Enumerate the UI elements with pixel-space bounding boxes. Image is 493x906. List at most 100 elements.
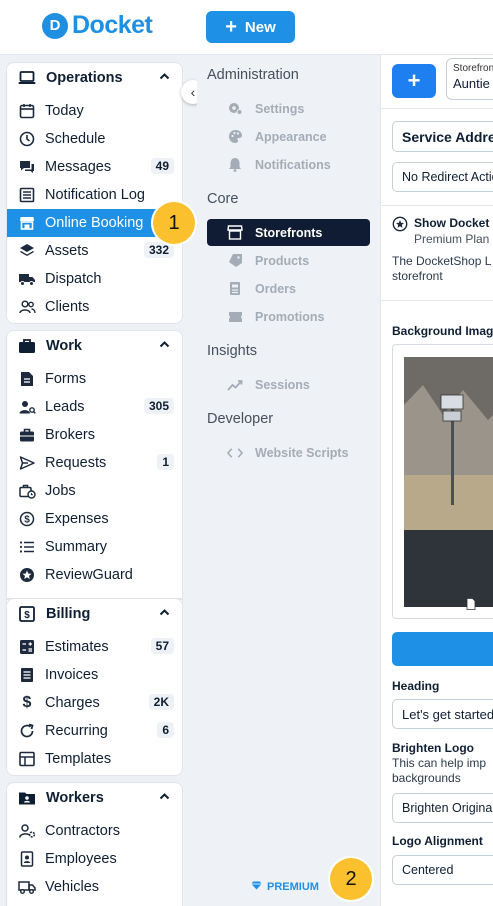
sidebar-item-jobs[interactable]: Jobs xyxy=(7,477,182,505)
new-button[interactable]: + New xyxy=(206,11,295,43)
sidebar-item-forms[interactable]: Forms xyxy=(7,365,182,393)
settings-item-notifications[interactable]: Notifications xyxy=(207,151,370,178)
storefront-select-label: Storefront xyxy=(453,63,493,74)
sidebar-item-templates[interactable]: Templates xyxy=(7,745,182,773)
sidebar-item-label: Dispatch xyxy=(45,271,102,287)
chevron-up-icon[interactable] xyxy=(159,338,170,353)
upload-image-button[interactable] xyxy=(392,632,493,666)
list-icon xyxy=(18,538,36,556)
dollar-circle-icon: $ xyxy=(18,510,36,528)
sidebar-item-notification-log[interactable]: Notification Log xyxy=(7,181,182,209)
count-badge: 57 xyxy=(150,638,174,654)
settings-item-label: Sessions xyxy=(255,377,310,392)
chevron-up-icon[interactable] xyxy=(159,606,170,621)
sidebar-item-charges[interactable]: $ Charges 2K xyxy=(7,689,182,717)
sidebar-section-billing: $ Billing Estimates 57 Invoices $ Charge… xyxy=(7,599,182,775)
sidebar-item-label: Requests xyxy=(45,455,107,471)
people-icon xyxy=(18,298,36,316)
sidebar-item-contractors[interactable]: Contractors xyxy=(7,817,182,845)
sidebar-item-label: Clients xyxy=(45,299,90,315)
add-storefront-button[interactable]: + xyxy=(392,64,436,98)
brighten-logo-select[interactable]: Brighten Original xyxy=(392,793,493,823)
service-address-select[interactable]: Service Address xyxy=(392,121,493,152)
sidebar-section-workers: Workers Contractors Employees Vehicles xyxy=(7,783,182,906)
divider xyxy=(381,300,493,301)
sidebar-item-summary[interactable]: Summary xyxy=(7,533,182,561)
show-docket-option[interactable]: Show Docket Premium Plan xyxy=(392,216,489,246)
logo-alignment-label: Logo Alignment xyxy=(392,834,483,848)
logo-alignment-select[interactable]: Centered xyxy=(392,855,493,885)
settings-item-label: Website Scripts xyxy=(255,445,349,460)
ticket-icon xyxy=(227,309,243,325)
step-marker-1: 1 xyxy=(153,202,195,244)
sidebar-item-vehicles[interactable]: Vehicles xyxy=(7,873,182,901)
group-title-insights: Insights xyxy=(207,343,257,359)
chevron-up-icon[interactable] xyxy=(159,70,170,85)
docketshop-text: The DocketShop L xyxy=(392,254,492,268)
chevron-up-icon[interactable] xyxy=(159,790,170,805)
divider xyxy=(381,108,493,109)
star-circle-icon xyxy=(392,216,408,246)
sidebar-item-clients[interactable]: Clients xyxy=(7,293,182,321)
docket-logo[interactable]: D Docket xyxy=(42,11,153,40)
sidebar-item-invoices[interactable]: Invoices xyxy=(7,661,182,689)
background-image-preview[interactable] xyxy=(392,344,493,619)
storefront-icon xyxy=(18,214,36,232)
sidebar-item-label: Contractors xyxy=(45,823,120,839)
count-badge: 1 xyxy=(157,454,174,470)
sidebar-item-label: Notification Log xyxy=(45,187,145,203)
settings-item-orders[interactable]: Orders xyxy=(207,275,370,302)
sidebar-item-recurring[interactable]: Recurring 6 xyxy=(7,717,182,745)
chat-bubbles-icon xyxy=(18,158,36,176)
sidebar-item-employees[interactable]: Employees xyxy=(7,845,182,873)
brighten-logo-label: Brighten Logo xyxy=(392,741,474,755)
sidebar-item-label: Jobs xyxy=(45,483,76,499)
step-marker-2: 2 xyxy=(330,858,372,900)
premium-link[interactable]: PREMIUM xyxy=(251,881,319,893)
section-title: Operations xyxy=(46,70,123,86)
sidebar-item-estimates[interactable]: Estimates 57 xyxy=(7,633,182,661)
settings-item-storefronts[interactable]: Storefronts xyxy=(207,219,370,246)
settings-item-products[interactable]: Products xyxy=(207,247,370,274)
heading-input[interactable]: Let's get started xyxy=(392,699,493,729)
section-header-billing[interactable]: $ Billing xyxy=(7,599,182,629)
sidebar-item-requests[interactable]: Requests 1 xyxy=(7,449,182,477)
sidebar-item-label: Charges xyxy=(45,695,100,711)
sidebar-item-assets[interactable]: Assets 332 xyxy=(7,237,182,265)
sidebar-item-label: Today xyxy=(45,103,84,119)
redirect-action-select[interactable]: No Redirect Action xyxy=(392,162,493,192)
bell-icon xyxy=(227,157,243,173)
section-title: Workers xyxy=(46,790,104,806)
sidebar-item-label: Employees xyxy=(45,851,117,867)
settings-item-label: Orders xyxy=(255,281,296,296)
section-header-workers[interactable]: Workers xyxy=(7,783,182,813)
sidebar-item-brokers[interactable]: Brokers xyxy=(7,421,182,449)
settings-item-sessions[interactable]: Sessions xyxy=(207,371,370,398)
settings-item-settings[interactable]: Settings xyxy=(207,95,370,122)
sidebar-item-expenses[interactable]: $ Expenses xyxy=(7,505,182,533)
sidebar-item-label: Expenses xyxy=(45,511,109,527)
sidebar-item-leads[interactable]: Leads 305 xyxy=(7,393,182,421)
laptop-icon xyxy=(18,71,36,85)
palette-icon xyxy=(227,129,243,145)
section-title: Billing xyxy=(46,606,91,622)
sidebar-item-today[interactable]: Today xyxy=(7,97,182,125)
background-photo xyxy=(393,345,493,618)
sidebar-item-reviewguard[interactable]: ReviewGuard xyxy=(7,561,182,589)
invoice-icon xyxy=(18,666,36,684)
settings-item-label: Products xyxy=(255,253,310,268)
settings-item-appearance[interactable]: Appearance xyxy=(207,123,370,150)
storefront-select[interactable]: Storefront Auntie xyxy=(446,58,493,100)
sidebar-item-schedule[interactable]: Schedule xyxy=(7,125,182,153)
brighten-help-text-2: backgrounds xyxy=(392,771,461,785)
section-header-operations[interactable]: Operations xyxy=(7,63,182,93)
calendar-icon xyxy=(18,102,36,120)
sidebar-item-dispatch[interactable]: Dispatch xyxy=(7,265,182,293)
section-header-work[interactable]: Work xyxy=(7,331,182,361)
truck-icon xyxy=(18,878,36,896)
storefront-select-value: Auntie xyxy=(453,76,490,91)
sidebar-item-label: Recurring xyxy=(45,723,108,739)
sidebar-item-messages[interactable]: Messages 49 xyxy=(7,153,182,181)
settings-item-website-scripts[interactable]: Website Scripts xyxy=(207,439,370,466)
settings-item-promotions[interactable]: Promotions xyxy=(207,303,370,330)
